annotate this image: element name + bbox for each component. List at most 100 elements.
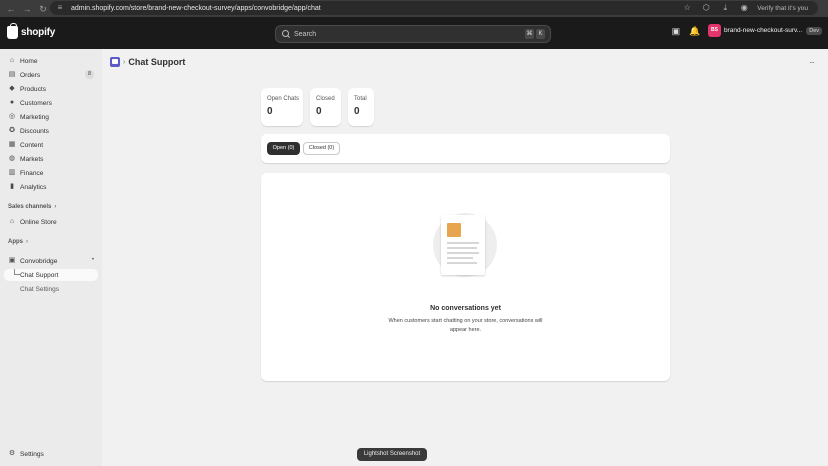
text-line: [447, 262, 477, 264]
extensions-icon[interactable]: ⬡: [701, 3, 711, 13]
empty-document-illustration: [433, 213, 497, 277]
document-icon: [441, 215, 485, 275]
search-icon: [282, 30, 290, 38]
sales-channels-heading[interactable]: Sales channels ›: [8, 204, 56, 210]
shopify-logo[interactable]: shopify: [7, 23, 56, 39]
sidebar-item-online-store[interactable]: ⌂ Online Store: [4, 216, 98, 228]
dev-badge: Dev: [806, 26, 822, 35]
sidebar-subitem-chat-settings[interactable]: Chat Settings: [4, 283, 98, 295]
more-actions-icon[interactable]: ···: [809, 58, 815, 67]
admin-topbar: shopify Search ⌘ K ▣ 🔔 BS brand-new-chec…: [0, 17, 828, 49]
sidebar-item-customers[interactable]: ● Customers: [4, 97, 98, 109]
empty-state-description: When customers start chatting on your st…: [388, 318, 543, 333]
sidebar-item-marketing[interactable]: ◎ Marketing: [4, 111, 98, 123]
sidebar-item-discounts[interactable]: ✪ Discounts: [4, 125, 98, 137]
chart-icon: ▮: [10, 183, 14, 190]
person-icon: ●: [9, 99, 15, 106]
target-icon: ◎: [8, 113, 16, 120]
sidebar-item-label: Analytics: [20, 183, 47, 191]
url-text: admin.shopify.com/store/brand-new-checko…: [71, 4, 321, 12]
globe-icon: ◍: [8, 155, 16, 162]
sidebar-item-analytics[interactable]: ▮ Analytics: [4, 181, 98, 193]
lightshot-tooltip: Lightshot Screenshot: [357, 448, 427, 461]
orders-count-badge: 8: [85, 70, 94, 79]
image-placeholder-icon: [447, 223, 461, 237]
chevron-right-icon: ›: [26, 239, 28, 245]
sidebar-item-label: Finance: [20, 169, 44, 177]
sidebar-item-markets[interactable]: ◍ Markets: [4, 153, 98, 165]
sidebar-item-home[interactable]: ⌂ Home: [4, 55, 98, 67]
home-icon: ⌂: [9, 57, 15, 64]
inbox-icon[interactable]: ▣: [670, 25, 682, 37]
page-header: › Chat Support: [110, 57, 185, 67]
sidebar-item-label: Content: [20, 141, 44, 149]
tab-open[interactable]: Open (0): [267, 142, 300, 155]
command-key: ⌘: [525, 29, 534, 39]
sidebar-item-label: Customers: [20, 99, 52, 107]
logo-text: shopify: [21, 27, 56, 38]
sidebar-item-content[interactable]: ▦ Content: [4, 139, 98, 151]
store-avatar: BS: [707, 24, 721, 37]
shopify-bag-icon: [7, 23, 18, 39]
sidebar-item-settings[interactable]: ⚙ Settings: [4, 448, 98, 460]
breadcrumb-chevron-icon: ›: [123, 58, 126, 66]
pin-icon[interactable]: •: [92, 257, 94, 263]
sidebar-item-label: Products: [20, 85, 47, 93]
store-icon: ⌂: [9, 218, 15, 225]
text-line: [447, 257, 473, 259]
k-key: K: [536, 29, 545, 39]
text-line: [447, 242, 479, 244]
chat-tabs: Open (0) Closed (0): [261, 134, 670, 163]
sales-channels-label: Sales channels: [8, 204, 52, 210]
sidebar-item-label: Convobridge: [20, 257, 58, 265]
gear-icon: ⚙: [8, 450, 16, 457]
search-placeholder: Search: [294, 30, 317, 38]
sidebar-item-products[interactable]: ◆ Products: [4, 83, 98, 95]
stat-value: 0: [354, 106, 360, 117]
text-line: [447, 247, 477, 249]
stat-card-total: Total 0: [348, 88, 374, 126]
download-icon[interactable]: ⤓: [720, 3, 730, 13]
store-menu[interactable]: BS brand-new-checkout-surv... Dev: [707, 24, 822, 37]
tag-icon: ◆: [9, 85, 15, 92]
back-icon[interactable]: ←: [6, 4, 16, 14]
stat-card-open-chats: Open Chats 0: [261, 88, 303, 126]
sidebar-subitem-chat-support[interactable]: Chat Support: [4, 269, 98, 281]
search-shortcut: ⌘ K: [523, 29, 545, 39]
bookmark-star-icon[interactable]: ☆: [682, 3, 692, 13]
orders-icon: ▤: [8, 71, 16, 78]
bell-icon[interactable]: 🔔: [689, 25, 701, 37]
text-line: [447, 252, 479, 254]
sidebar-item-label: Discounts: [20, 127, 49, 135]
apps-heading[interactable]: Apps ›: [8, 239, 28, 245]
tree-connector: [14, 269, 20, 275]
chat-app-icon: [110, 57, 120, 67]
apps-label: Apps: [8, 239, 23, 245]
stat-label: Closed: [316, 96, 335, 102]
verify-prompt[interactable]: Verify that it's you: [757, 5, 808, 12]
sidebar: ⌂ Home ▤ Orders 8 ◆ Products ● Customers…: [0, 49, 102, 466]
store-name: brand-new-checkout-surv...: [723, 27, 803, 34]
tab-closed[interactable]: Closed (0): [303, 142, 340, 155]
stat-value: 0: [316, 106, 322, 117]
app-icon: ▣: [8, 257, 16, 264]
sidebar-item-finance[interactable]: ▥ Finance: [4, 167, 98, 179]
empty-state-title: No conversations yet: [430, 305, 501, 312]
stat-label: Open Chats: [267, 96, 300, 102]
bank-icon: ▥: [8, 169, 16, 176]
profile-icon[interactable]: ◉: [739, 3, 749, 13]
stat-value: 0: [267, 106, 273, 117]
sidebar-subitem-label: Chat Settings: [20, 285, 60, 293]
browser-toolbar: ← → ↻ ≡ admin.shopify.com/store/brand-ne…: [0, 0, 828, 17]
sidebar-item-convobridge[interactable]: ▣ Convobridge •: [4, 255, 98, 267]
sidebar-item-orders[interactable]: ▤ Orders 8: [4, 69, 98, 81]
page-title: Chat Support: [128, 57, 186, 67]
sidebar-item-label: Markets: [20, 155, 44, 163]
reload-icon[interactable]: ↻: [38, 4, 48, 14]
forward-icon[interactable]: →: [22, 4, 32, 14]
discount-icon: ✪: [9, 127, 15, 134]
sidebar-item-label: Settings: [20, 450, 44, 458]
search-input[interactable]: Search ⌘ K: [275, 25, 551, 43]
address-bar[interactable]: ≡ admin.shopify.com/store/brand-new-chec…: [50, 1, 818, 15]
site-info-icon[interactable]: ≡: [55, 3, 65, 13]
